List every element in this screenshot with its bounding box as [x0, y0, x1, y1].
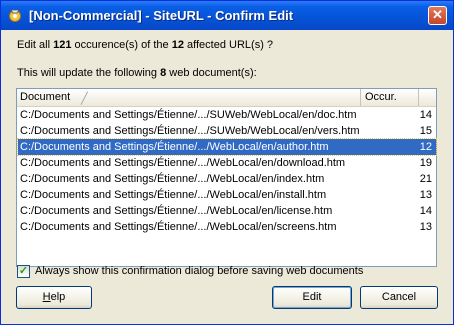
- occurrence-value: 13: [419, 221, 432, 233]
- update-summary-text: This will update the following 8 web doc…: [17, 67, 257, 79]
- confirm-edit-dialog: [Non-Commercial] - SiteURL - Confirm Edi…: [0, 0, 454, 325]
- summary-middle: occurence(s) of the: [71, 39, 172, 51]
- dialog-content: Edit all 121 occurence(s) of the 12 affe…: [1, 30, 453, 324]
- occurrence-value: 14: [419, 109, 432, 121]
- close-icon: ✕: [432, 7, 443, 22]
- occurrence-value: 15: [419, 125, 432, 137]
- siteurl-app-icon: [9, 9, 21, 22]
- occurrence-value: 12: [419, 141, 432, 153]
- edit-button[interactable]: Edit: [272, 286, 352, 309]
- occurrence-value: 21: [419, 173, 432, 185]
- table-row[interactable]: C:/Documents and Settings/Étienne/.../We…: [18, 219, 436, 235]
- help-label: elp: [50, 291, 66, 303]
- document-path: C:/Documents and Settings/Étienne/.../We…: [20, 205, 333, 217]
- occurrence-count: 121: [53, 39, 72, 51]
- table-row[interactable]: C:/Documents and Settings/Étienne/.../We…: [18, 187, 436, 203]
- sort-indicator-icon: ╱: [81, 93, 88, 105]
- document-path: C:/Documents and Settings/Étienne/.../We…: [20, 157, 346, 169]
- cancel-button[interactable]: Cancel: [360, 286, 438, 309]
- url-count: 12: [171, 39, 184, 51]
- documents-list[interactable]: Document ╱ Occur. C:/Documents and Setti…: [16, 88, 437, 267]
- help-accelerator: H: [42, 291, 51, 303]
- occurrence-value: 13: [419, 189, 432, 201]
- summary-prefix: Edit all: [17, 39, 54, 51]
- table-row[interactable]: C:/Documents and Settings/Étienne/.../SU…: [18, 123, 436, 139]
- list-header: Document ╱ Occur.: [17, 89, 436, 107]
- edit-summary-text: Edit all 121 occurence(s) of the 12 affe…: [17, 39, 273, 51]
- checkmark-icon: ✓: [18, 265, 29, 277]
- table-row[interactable]: C:/Documents and Settings/Étienne/.../We…: [18, 203, 436, 219]
- occurrence-value: 14: [419, 205, 432, 217]
- summary-suffix: affected URL(s) ?: [183, 39, 274, 51]
- window-title: [Non-Commercial] - SiteURL - Confirm Edi…: [29, 8, 294, 23]
- document-path: C:/Documents and Settings/Étienne/.../SU…: [20, 125, 360, 137]
- title-bar[interactable]: [Non-Commercial] - SiteURL - Confirm Edi…: [1, 1, 453, 30]
- table-row[interactable]: C:/Documents and Settings/Étienne/.../We…: [18, 171, 436, 187]
- edit-label: Edit: [302, 291, 322, 303]
- document-path: C:/Documents and Settings/Étienne/.../We…: [20, 173, 325, 185]
- occurrence-value: 19: [419, 157, 432, 169]
- always-show-checkbox[interactable]: ✓: [17, 265, 30, 278]
- table-row[interactable]: C:/Documents and Settings/Étienne/.../We…: [18, 155, 436, 171]
- document-path: C:/Documents and Settings/Étienne/.../SU…: [20, 109, 357, 121]
- update-suffix: web document(s):: [166, 67, 257, 79]
- table-row[interactable]: C:/Documents and Settings/Étienne/.../We…: [17, 138, 437, 156]
- column-header-document[interactable]: Document ╱: [17, 89, 361, 106]
- update-prefix: This will update the following: [17, 67, 161, 79]
- column-header-occurrences-label: Occur.: [365, 91, 397, 103]
- document-path: C:/Documents and Settings/Étienne/.../We…: [20, 221, 337, 233]
- table-row[interactable]: C:/Documents and Settings/Étienne/.../SU…: [18, 107, 436, 123]
- close-button[interactable]: ✕: [428, 6, 447, 25]
- always-show-label[interactable]: Always show this confirmation dialog bef…: [35, 265, 363, 277]
- document-path: C:/Documents and Settings/Étienne/.../We…: [20, 141, 329, 153]
- help-button[interactable]: Help: [16, 286, 92, 309]
- cancel-label: Cancel: [381, 291, 417, 303]
- column-header-occurrences[interactable]: Occur.: [361, 89, 419, 106]
- column-header-document-label: Document: [20, 91, 71, 103]
- document-path: C:/Documents and Settings/Étienne/.../We…: [20, 189, 327, 201]
